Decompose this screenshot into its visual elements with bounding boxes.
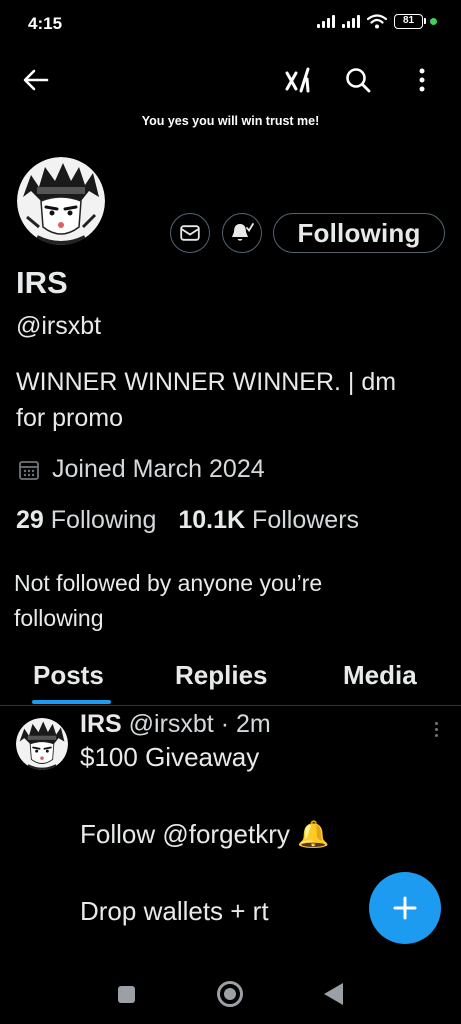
cellular-signal-icon <box>342 15 360 28</box>
following-label: Following <box>50 506 157 534</box>
privacy-dot-icon <box>430 18 437 25</box>
joined-date: Joined March 2024 <box>18 455 265 484</box>
wifi-icon <box>367 14 387 29</box>
followers-label: Followers <box>252 506 360 534</box>
follow-stats: 29 Following 10.1K Followers <box>16 506 359 535</box>
search-icon <box>346 68 371 93</box>
tab-posts[interactable]: Posts <box>33 660 104 691</box>
bio-line: for promo <box>16 404 123 432</box>
plus-icon <box>393 896 417 920</box>
following-count: 29 <box>16 506 44 534</box>
followed-by-notice: Not followed by anyone you’re following <box>14 566 434 636</box>
followers-count: 10.1K <box>178 506 246 534</box>
tab-media[interactable]: Media <box>343 660 417 691</box>
more-vertical-icon <box>419 68 425 92</box>
grok-button[interactable] <box>278 60 318 100</box>
post-separator: · <box>220 710 230 738</box>
profile-avatar[interactable] <box>14 154 108 248</box>
calendar-icon <box>19 460 39 480</box>
recents-button[interactable] <box>118 986 135 1003</box>
anime-avatar-image <box>16 718 68 770</box>
following-stat[interactable]: 29 Following <box>16 506 156 535</box>
tab-replies[interactable]: Replies <box>175 660 268 691</box>
post-author-handle[interactable]: @irsxbt <box>129 710 214 738</box>
notice-line: Not followed by anyone you’re <box>14 570 323 596</box>
message-button[interactable] <box>170 213 210 253</box>
notice-line: following <box>14 605 104 631</box>
bell-subscribed-icon <box>232 223 254 241</box>
system-nav-bar <box>0 960 461 1024</box>
bio: WINNER WINNER WINNER. | dm for promo <box>16 364 446 436</box>
bio-line: WINNER WINNER WINNER. | dm <box>16 368 397 396</box>
post-avatar[interactable] <box>16 718 68 770</box>
compose-post-button[interactable] <box>369 872 441 944</box>
cellular-signal-icon <box>317 15 335 28</box>
search-button[interactable] <box>338 60 378 100</box>
post-text-line: Follow @forgetkry 🔔 <box>80 819 330 849</box>
post-text-line: $100 Giveaway <box>80 742 260 772</box>
battery-icon: 81 <box>394 14 426 29</box>
home-button[interactable] <box>217 981 243 1007</box>
active-tab-indicator <box>32 700 111 704</box>
more-options-button[interactable] <box>402 60 442 100</box>
display-name: IRS <box>16 265 68 300</box>
back-arrow-icon <box>23 69 49 91</box>
status-icons: 81 <box>317 14 437 29</box>
banner-caption: You yes you will win trust me! <box>141 114 320 128</box>
profile-tabs: Posts Replies Media <box>0 652 461 706</box>
grok-icon <box>285 67 310 93</box>
post-author-name[interactable]: IRS <box>80 710 122 738</box>
system-back-button[interactable] <box>324 983 343 1005</box>
joined-text: Joined March 2024 <box>52 455 265 483</box>
status-bar: 4:15 81 <box>0 0 461 46</box>
handle: @irsxbt <box>16 312 102 340</box>
back-button[interactable] <box>16 60 56 100</box>
anime-avatar-image <box>17 157 105 245</box>
following-button[interactable]: Following <box>273 213 445 253</box>
status-time: 4:15 <box>28 14 63 33</box>
post-text-line: Drop wallets + rt <box>80 896 269 926</box>
post-header: IRS @irsxbt · 2m <box>80 710 271 739</box>
post-time: 2m <box>235 710 271 738</box>
followers-stat[interactable]: 10.1K Followers <box>178 506 359 535</box>
mail-icon <box>180 225 200 241</box>
profile-header <box>0 52 461 108</box>
post-more-button[interactable] <box>426 718 446 740</box>
notifications-button[interactable] <box>222 213 262 253</box>
